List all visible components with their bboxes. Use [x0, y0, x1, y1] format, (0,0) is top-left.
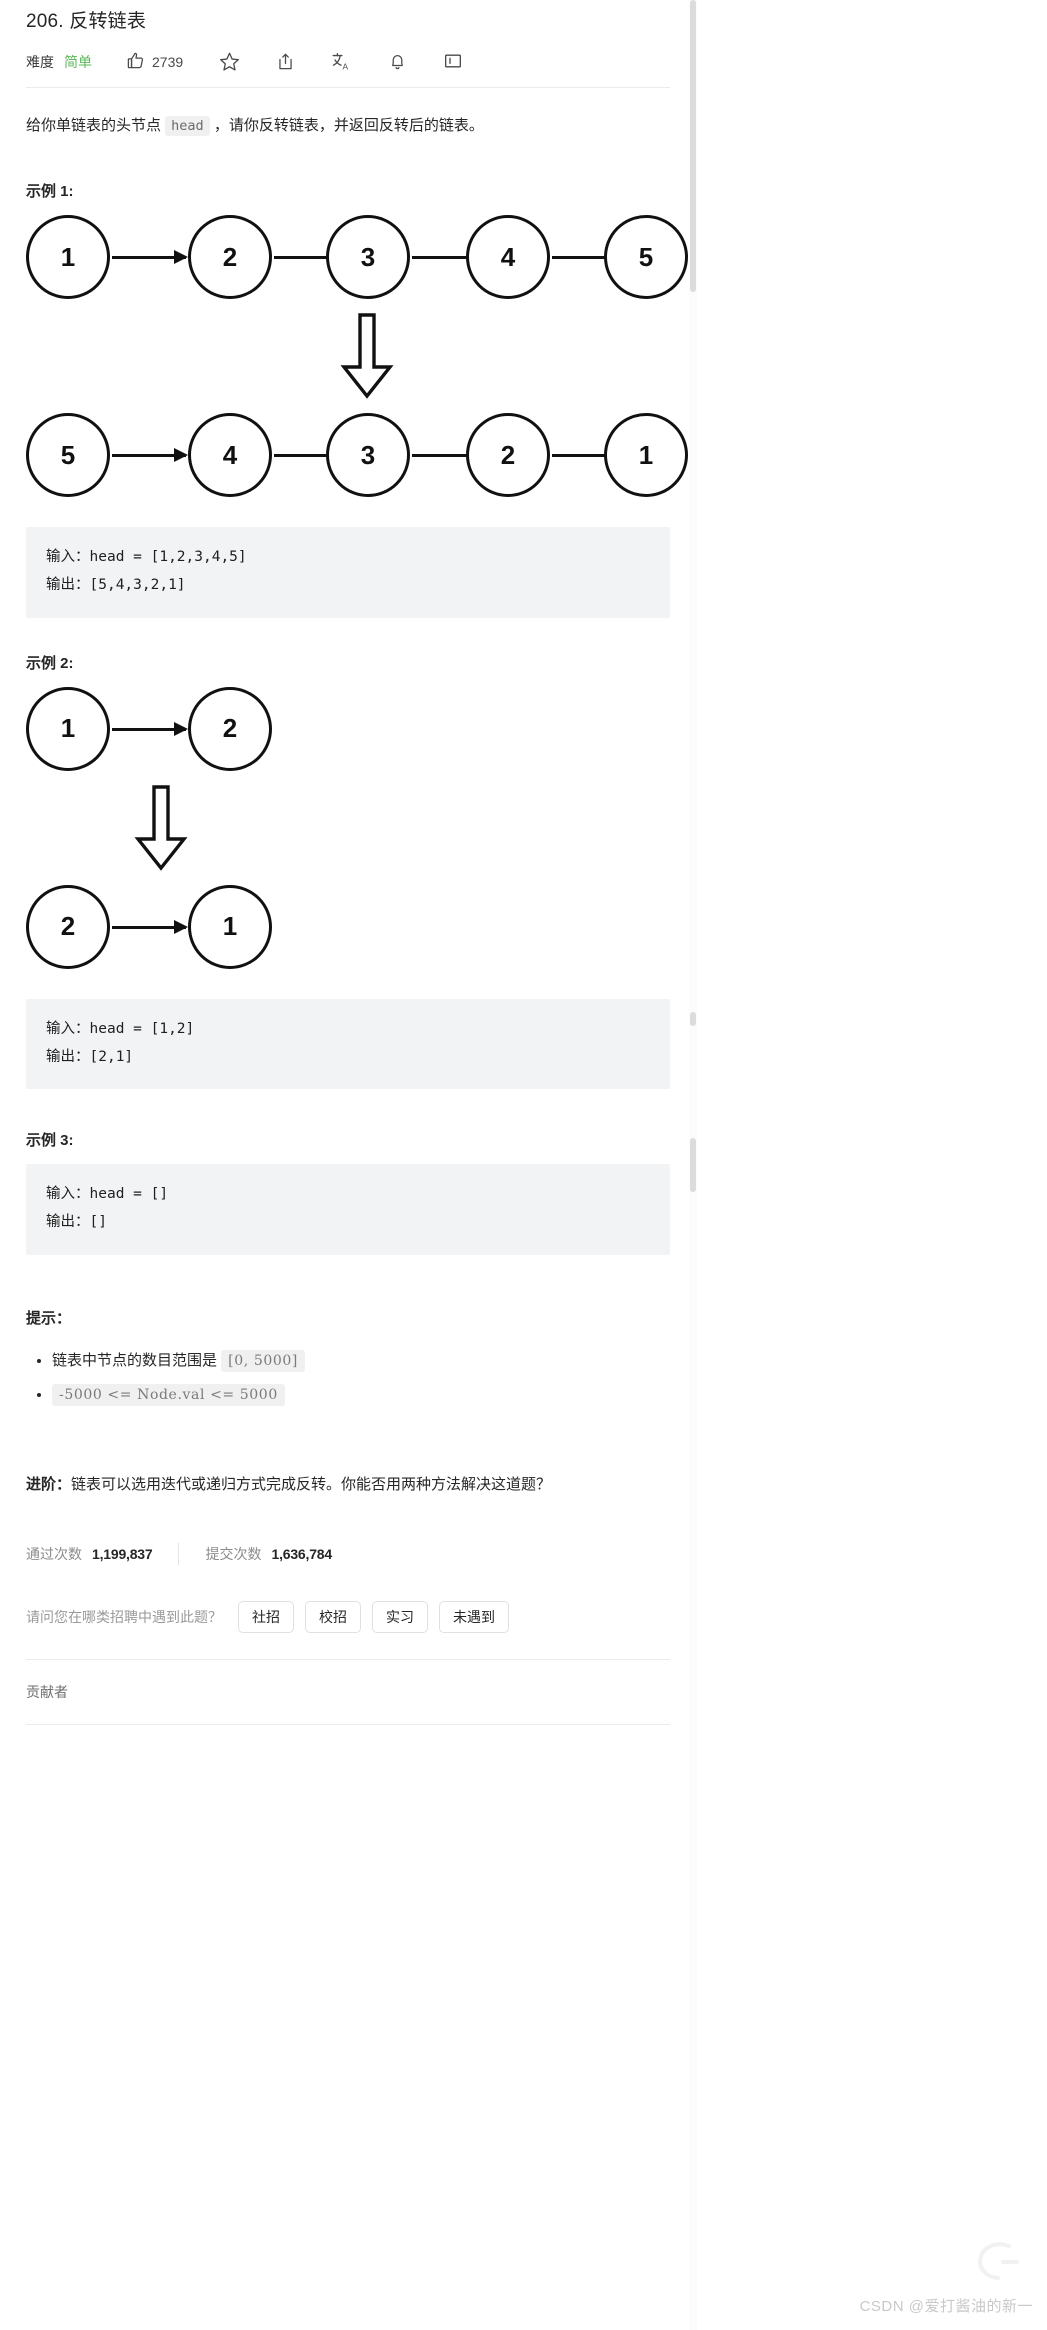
advanced-label: 进阶：	[26, 1475, 72, 1493]
bell-icon[interactable]	[388, 51, 407, 72]
stats-separator	[178, 1543, 180, 1566]
difficulty-value: 简单	[64, 53, 92, 70]
problem-pane: 206. 反转链表 难度 简单 2739 A 给你单链表的头节点 head ，请…	[0, 0, 696, 2330]
accepted-label: 通过次数	[26, 1546, 82, 1563]
tag-button-weiyudao[interactable]: 未遇到	[439, 1601, 509, 1634]
submissions-label: 提交次数	[205, 1546, 262, 1563]
example-3-heading: 示例 3:	[26, 1132, 74, 1150]
code-line: 输入：head = [1,2]	[46, 1020, 195, 1037]
list-node: 1	[26, 215, 110, 299]
example-2-heading: 示例 2:	[26, 654, 74, 672]
submissions-value: 1,636,784	[271, 1546, 332, 1563]
code-line: 输出：[5,4,3,2,1]	[46, 577, 186, 594]
hint-text: 链表中节点的数目范围是	[52, 1351, 222, 1369]
advanced-note: 进阶：链表可以选用迭代或递归方式完成反转。你能否用两种方法解决这道题？	[26, 1471, 670, 1500]
list-node: 2	[188, 686, 272, 771]
hint-code: -5000 <= Node.val <= 5000	[52, 1384, 285, 1407]
page-title: 206. 反转链表	[26, 11, 147, 32]
thumbs-up-icon	[126, 51, 145, 73]
recruitment-tag-row: 请问您在哪类招聘中遇到此题？ 社招 校招 实习 未遇到	[26, 1601, 670, 1634]
scrollbar-thumb-mark[interactable]	[690, 1138, 696, 1192]
hint-item: -5000 <= Node.val <= 5000	[52, 1378, 670, 1413]
csdn-watermark: CSDN @爱打酱油的新一	[859, 2298, 1033, 2315]
list-node: 3	[326, 413, 410, 497]
feedback-icon[interactable]	[443, 52, 463, 72]
hints-list: 链表中节点的数目范围是 [0, 5000] -5000 <= Node.val …	[26, 1344, 670, 1413]
node-link-arrow	[112, 448, 188, 462]
accepted-value: 1,199,837	[92, 1546, 153, 1563]
translate-icon[interactable]: A	[331, 51, 352, 72]
list-node: 4	[466, 215, 550, 299]
hint-item: 链表中节点的数目范围是 [0, 5000]	[52, 1344, 670, 1379]
problem-stats: 通过次数 1,199,837 提交次数 1,636,784	[26, 1543, 670, 1566]
contributor-divider	[26, 1724, 670, 1726]
code-line: 输入：head = [1,2,3,4,5]	[46, 549, 247, 565]
node-link-arrow	[112, 250, 188, 264]
share-icon[interactable]	[276, 51, 295, 72]
description-text-before: 给你单链表的头节点	[26, 116, 166, 134]
csdn-logo-icon	[963, 2232, 1025, 2294]
tags-divider	[26, 1659, 670, 1661]
list-node: 3	[326, 215, 410, 299]
list-node: 1	[26, 686, 110, 771]
description-text-after: ，请你反转链表，并返回反转后的链表。	[209, 116, 484, 134]
list-node: 4	[188, 413, 272, 497]
star-icon[interactable]	[219, 51, 240, 72]
advanced-text: 链表可以选用迭代或递归方式完成反转。你能否用两种方法解决这道题？	[71, 1475, 552, 1493]
problem-description: 给你单链表的头节点 head ，请你反转链表，并返回反转后的链表。	[26, 112, 670, 141]
right-empty-area	[700, 0, 1047, 2330]
diagram-output-row: 2 1	[26, 884, 326, 977]
list-node: 2	[466, 413, 550, 497]
example-1-heading: 示例 1:	[26, 183, 74, 200]
tag-button-shixi[interactable]: 实习	[372, 1601, 428, 1634]
node-link-arrow	[112, 721, 188, 736]
problem-meta-row: 难度 简单 2739 A	[26, 43, 670, 81]
problem-page: 206. 反转链表 难度 简单 2739 A 给你单链表的头节点 head ，请…	[0, 0, 1047, 2330]
list-node: 5	[26, 413, 110, 497]
like-count: 2739	[152, 53, 184, 70]
list-node: 1	[188, 884, 272, 969]
diagram-input-row: 1 2	[26, 686, 326, 779]
code-line: 输出：[2,1]	[46, 1048, 134, 1065]
example-2-diagram: 1 2 2 1	[26, 686, 670, 987]
like-button[interactable]: 2739	[126, 51, 183, 73]
tag-button-shezhao[interactable]: 社招	[238, 1601, 294, 1634]
svg-text:A: A	[343, 62, 349, 72]
reverse-down-arrow-icon	[338, 313, 396, 404]
code-line: 输入：head = []	[46, 1186, 169, 1203]
node-link-arrow	[112, 919, 188, 934]
list-node: 5	[604, 215, 688, 299]
example-3-codeblock: 输入：head = [] 输出：[]	[26, 1164, 670, 1255]
diagram-input-row: 1 2 3 4 5	[26, 215, 688, 307]
scrollbar-thumb-mark[interactable]	[690, 1012, 696, 1026]
list-node: 2	[188, 215, 272, 299]
example-2-codeblock: 输入：head = [1,2] 输出：[2,1]	[26, 998, 670, 1090]
code-line: 输出：[]	[46, 1214, 107, 1231]
list-node: 1	[604, 413, 688, 497]
difficulty-label: 难度	[26, 53, 54, 70]
example-1-diagram: 1 2 3 4 5 5 4 3 2 1	[26, 215, 688, 515]
inline-code-head: head	[165, 115, 210, 136]
list-node: 2	[26, 884, 110, 969]
scrollbar-thumb[interactable]	[690, 0, 696, 292]
reverse-down-arrow-icon	[132, 784, 190, 876]
recruitment-question: 请问您在哪类招聘中遇到此题？	[26, 1609, 222, 1626]
diagram-output-row: 5 4 3 2 1	[26, 413, 688, 505]
hint-code: [0, 5000]	[221, 1349, 305, 1372]
tag-button-xiaozhao[interactable]: 校招	[305, 1601, 361, 1634]
hints-title: 提示：	[26, 1309, 72, 1327]
contributor-label: 贡献者	[26, 1684, 68, 1701]
header-divider	[26, 86, 670, 88]
example-1-codeblock: 输入：head = [1,2,3,4,5] 输出：[5,4,3,2,1]	[26, 527, 670, 618]
